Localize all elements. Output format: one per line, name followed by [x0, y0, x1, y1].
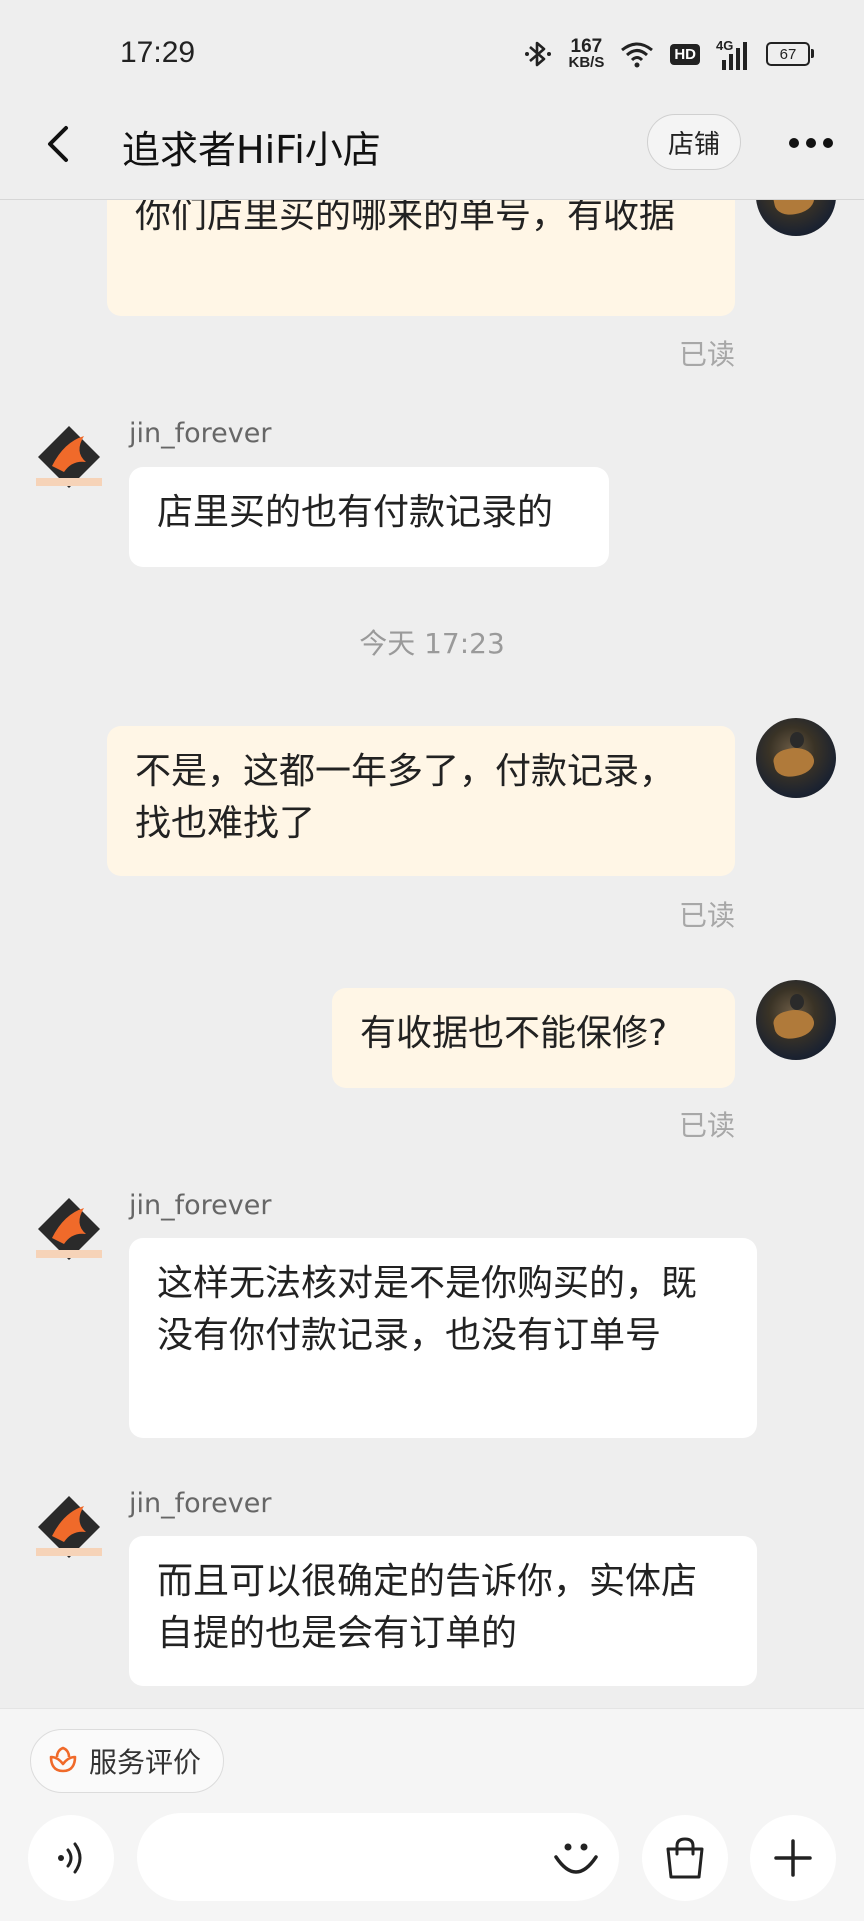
- message-input[interactable]: [137, 1813, 619, 1901]
- message-text: 店里买的也有付款记录的: [157, 492, 554, 533]
- outgoing-message-3[interactable]: 不是，这都一年多了，付款记录，找也难找了: [107, 726, 735, 876]
- timestamp-separator: 今天 17:23: [359, 627, 505, 660]
- bag-icon: [666, 1837, 704, 1879]
- message-text: 不是，这都一年多了，付款记录，找也难找了: [135, 751, 676, 844]
- message-text: 这样无法核对是不是你购买的，既没有你付款记录，也没有订单号: [157, 1263, 698, 1356]
- message-text: 有收据也不能保修?: [360, 1013, 668, 1054]
- shop-avatar[interactable]: [34, 422, 104, 492]
- voice-icon: [58, 1842, 82, 1874]
- flower-icon: [49, 1746, 77, 1773]
- plus-button[interactable]: [750, 1815, 836, 1901]
- my-avatar[interactable]: [756, 980, 836, 1060]
- shopping-bag-button[interactable]: [642, 1815, 728, 1901]
- back-arrow-icon[interactable]: [40, 124, 80, 164]
- status-time: 17:29: [120, 36, 196, 69]
- sender-name: jin_forever: [129, 1488, 272, 1519]
- outgoing-message-4[interactable]: 有收据也不能保修?: [332, 988, 735, 1088]
- signal-icon: 4G: [716, 38, 750, 70]
- outgoing-message-1[interactable]: 你们店里买的哪来的单号，有收据: [107, 200, 735, 316]
- status-icons: 167 KB/S HD 4G 67: [524, 36, 814, 72]
- incoming-message-5[interactable]: 这样无法核对是不是你购买的，既没有你付款记录，也没有订单号: [129, 1238, 757, 1438]
- page-title: 追求者HiFi小店: [122, 128, 381, 172]
- net-speed: 167 KB/S: [568, 37, 605, 71]
- service-rating-button[interactable]: 服务评价: [30, 1729, 224, 1793]
- shop-button[interactable]: 店铺: [647, 114, 741, 170]
- my-avatar[interactable]: [756, 200, 836, 236]
- hd-badge: HD: [670, 43, 700, 65]
- incoming-message-6[interactable]: 而且可以很确定的告诉你，实体店自提的也是会有订单的: [129, 1536, 757, 1686]
- my-avatar[interactable]: [756, 718, 836, 798]
- message-text: 你们店里买的哪来的单号，有收据: [135, 200, 676, 236]
- emoji-icon[interactable]: [548, 1829, 604, 1885]
- sender-name: jin_forever: [129, 1190, 272, 1221]
- plus-icon: [774, 1839, 812, 1877]
- read-status: 已读: [679, 338, 736, 371]
- shop-avatar[interactable]: [34, 1194, 104, 1264]
- net-speed-unit: KB/S: [568, 54, 605, 71]
- sender-name: jin_forever: [129, 418, 272, 449]
- signal-label: 4G: [716, 38, 734, 53]
- wifi-icon: [621, 42, 654, 68]
- more-dots-icon[interactable]: [786, 128, 836, 158]
- voice-button[interactable]: [28, 1815, 114, 1901]
- read-status: 已读: [679, 899, 736, 932]
- battery-icon: 67: [766, 42, 814, 66]
- chat-area[interactable]: 你们店里买的哪来的单号，有收据 已读 jin_forever 店里买的也有付款记…: [0, 200, 864, 1708]
- bluetooth-icon: [525, 41, 552, 67]
- service-rating-label: 服务评价: [89, 1746, 202, 1779]
- battery-level: 67: [779, 45, 797, 63]
- shop-avatar[interactable]: [34, 1492, 104, 1562]
- message-text: 而且可以很确定的告诉你，实体店自提的也是会有订单的: [157, 1561, 698, 1654]
- incoming-message-2[interactable]: 店里买的也有付款记录的: [129, 467, 609, 567]
- read-status: 已读: [679, 1109, 736, 1142]
